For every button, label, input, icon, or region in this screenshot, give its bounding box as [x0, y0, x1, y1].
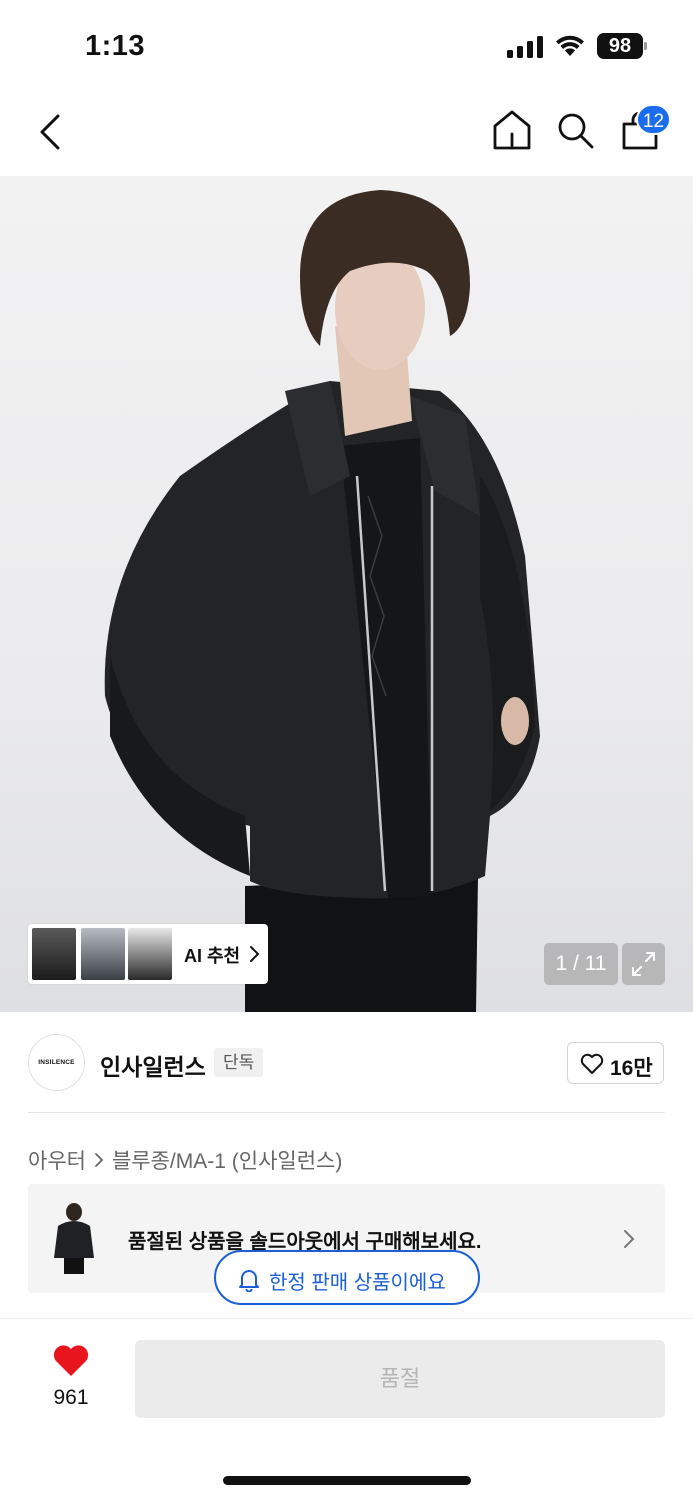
brand-like-count: 16만	[610, 1057, 653, 1080]
exclusive-badge: 단독	[214, 1048, 264, 1077]
chevron-right-icon	[250, 946, 260, 962]
home-icon[interactable]	[491, 108, 533, 152]
expand-button[interactable]	[622, 943, 665, 985]
divider	[28, 1112, 665, 1113]
home-indicator	[223, 1476, 471, 1485]
chevron-right-icon	[624, 1230, 635, 1248]
ai-recommendation-label: AI 추천	[184, 946, 241, 966]
top-nav	[0, 92, 693, 176]
ai-thumbnail-3	[128, 928, 172, 980]
product-image-carousel[interactable]: AI 추천 1 / 11	[0, 176, 693, 1012]
breadcrumb: 아우터 블루종/MA-1 (인사일런스)	[28, 1145, 342, 1175]
ai-thumbnail-2	[81, 928, 125, 980]
chevron-left-icon[interactable]	[32, 110, 68, 154]
battery-icon: 98	[597, 33, 647, 59]
search-icon[interactable]	[555, 110, 595, 150]
cart-count-badge: 12	[636, 104, 671, 135]
expand-icon	[632, 952, 655, 976]
divider	[0, 1318, 693, 1319]
product-photo	[104, 190, 541, 1012]
brand-logo[interactable]: INSILENCE	[28, 1034, 85, 1091]
heart-outline-icon	[580, 1053, 604, 1074]
breadcrumb-item-outer[interactable]: 아우터	[28, 1145, 86, 1175]
breadcrumb-item-category[interactable]: 블루종/MA-1 (인사일런스)	[112, 1145, 342, 1175]
brand-like-button[interactable]: 16만	[567, 1042, 664, 1084]
limited-sale-label: 한정 판매 상품이에요	[269, 1272, 446, 1294]
brand-name[interactable]: 인사일런스	[100, 1048, 206, 1082]
ai-thumbnail-1	[32, 928, 76, 980]
limited-sale-pill: 한정 판매 상품이에요	[214, 1250, 480, 1305]
soldout-button[interactable]: 품절	[135, 1340, 665, 1418]
heart-filled-icon	[53, 1345, 89, 1376]
ai-recommendation-button[interactable]: AI 추천	[28, 924, 268, 984]
wishlist-button[interactable]: 961	[28, 1340, 114, 1420]
wishlist-count: 961	[53, 1386, 89, 1409]
product-thumbnail	[54, 1203, 94, 1274]
brand-row: INSILENCE 인사일런스 단독 16만	[0, 1012, 693, 1112]
chevron-right-icon	[95, 1153, 104, 1167]
wifi-icon	[556, 35, 584, 56]
bell-icon	[239, 1270, 259, 1292]
battery-level: 98	[597, 33, 643, 59]
status-time: 1:13	[85, 30, 146, 62]
image-page-counter: 1 / 11	[544, 943, 618, 985]
status-bar: 1:13 98	[0, 0, 693, 92]
cellular-signal-icon	[507, 36, 543, 58]
